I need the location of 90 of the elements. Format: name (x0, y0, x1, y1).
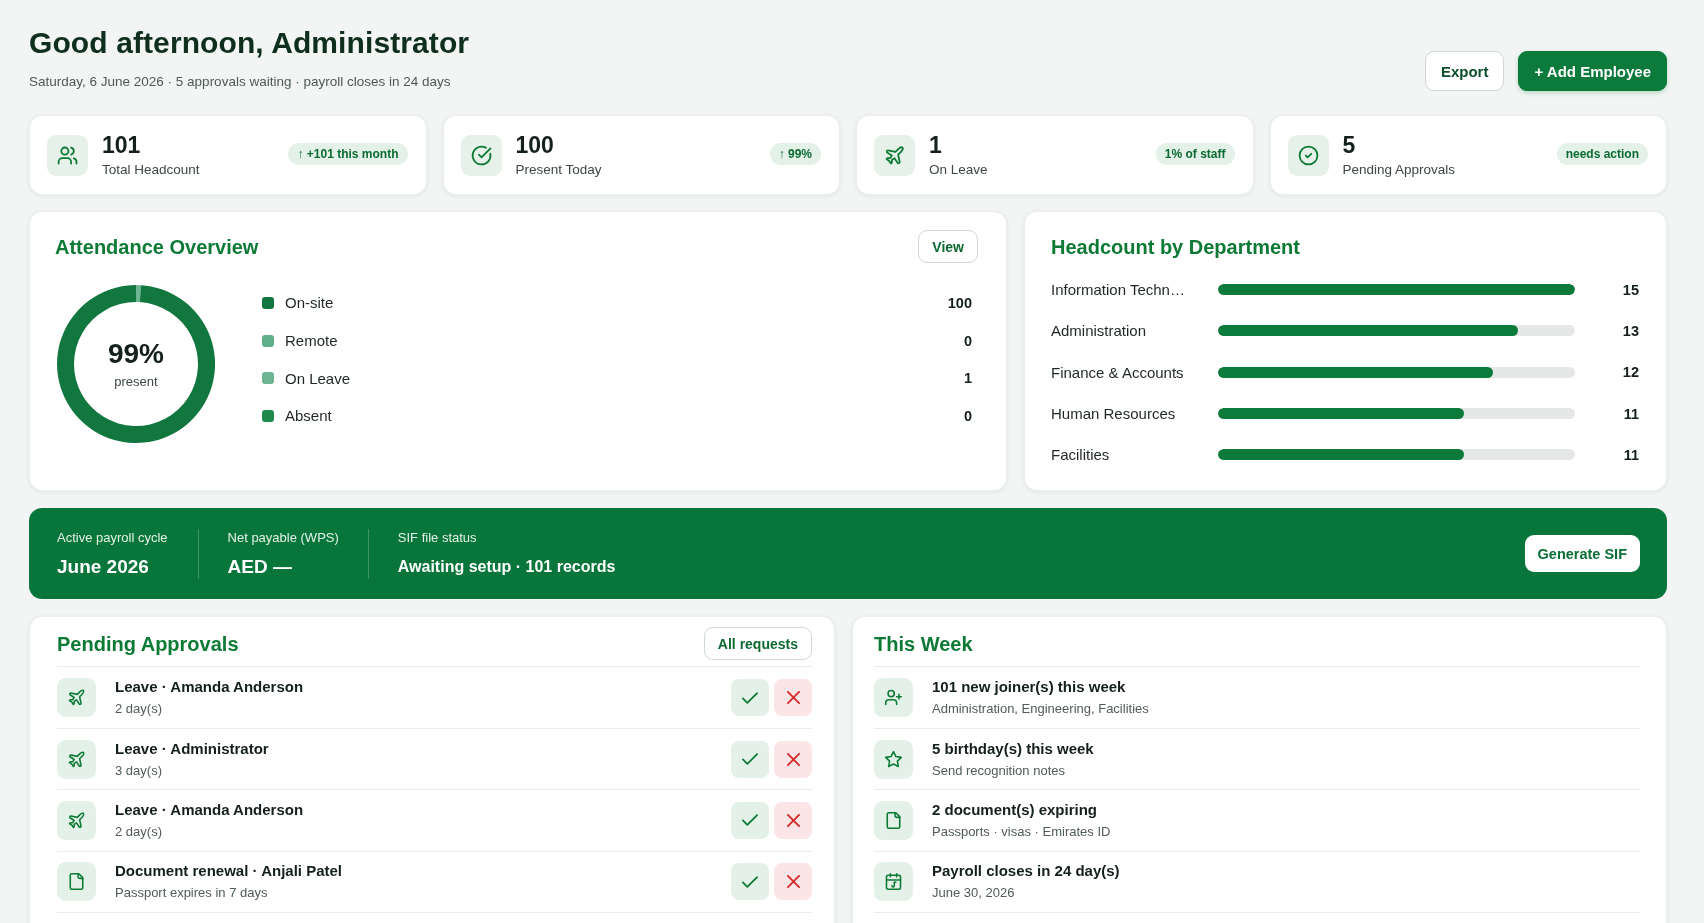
payroll-label: Net payable (WPS) (227, 529, 339, 547)
stat-label: Pending Approvals (1342, 160, 1456, 179)
stat-badge: ↑ +101 this month (288, 142, 408, 165)
x-icon (786, 813, 800, 827)
plane-icon (57, 800, 96, 840)
approve-button[interactable] (731, 863, 769, 901)
week-item-detail: Administration, Engineering, Facilities (932, 700, 1149, 719)
section-title: Pending Approvals (57, 632, 239, 657)
week-item-detail: Passports · visas · Emirates ID (932, 822, 1111, 841)
check-icon (742, 814, 758, 827)
reject-button[interactable] (774, 801, 812, 839)
week-item-title: 101 new joiner(s) this week (932, 677, 1126, 698)
reject-button[interactable] (774, 863, 812, 901)
approve-button[interactable] (731, 801, 769, 839)
payroll-value: Awaiting setup · 101 records (397, 557, 616, 577)
legend-value: 100 (947, 294, 972, 311)
department-label: Human Resources (1051, 405, 1176, 423)
plane-icon (57, 678, 96, 718)
legend-label: Remote (285, 332, 338, 350)
legend-label: On Leave (285, 369, 351, 387)
department-count: 15 (1622, 281, 1639, 298)
x-icon (786, 875, 800, 889)
legend-value: 0 (963, 407, 972, 424)
stat-value: 101 (102, 131, 141, 159)
stat-label: On Leave (929, 160, 988, 179)
payroll-value: AED — (227, 555, 292, 579)
approval-detail: Passport expires in 7 days (115, 884, 268, 903)
section-title: This Week (874, 632, 973, 657)
legend-label: Absent (285, 407, 332, 425)
stat-label: Total Headcount (102, 160, 200, 179)
file-icon (57, 862, 96, 902)
legend-value: 0 (963, 332, 972, 349)
stat-label: Present Today (515, 160, 602, 179)
week-item-detail: June 30, 2026 (932, 884, 1015, 903)
payroll-label: Active payroll cycle (57, 529, 168, 547)
payroll-label: SIF file status (397, 529, 477, 547)
plane-icon (57, 739, 96, 779)
department-label: Information Techn… (1051, 281, 1185, 299)
department-count: 11 (1623, 405, 1639, 422)
approve-button[interactable] (731, 740, 769, 778)
stat-value: 5 (1342, 131, 1356, 159)
legend-value: 1 (963, 370, 972, 387)
stat-badge: needs action (1556, 142, 1648, 165)
department-count: 11 (1623, 446, 1639, 463)
approval-title: Document renewal · Anjali Patel (115, 861, 342, 882)
department-count: 12 (1622, 364, 1639, 381)
check-icon (742, 875, 758, 888)
user-plus-icon (874, 678, 913, 718)
week-item-title: Payroll closes in 24 day(s) (932, 861, 1120, 882)
approval-title: Leave · Amanda Anderson (115, 677, 304, 698)
approval-title: Leave · Administrator (115, 738, 269, 759)
department-label: Administration (1051, 322, 1147, 340)
approval-detail: 2 day(s) (115, 700, 162, 719)
approve-button[interactable] (731, 679, 769, 717)
week-item-detail: Send recognition notes (932, 761, 1065, 780)
all-requests-button[interactable]: All requests (703, 627, 812, 661)
stat-value: 1 (929, 131, 942, 159)
export-button[interactable]: Export (1424, 51, 1505, 91)
page-subtitle: Saturday, 6 June 2026 · 5 approvals waiting · payroll closes in 24 days (29, 73, 451, 91)
department-count: 13 (1622, 322, 1639, 339)
check-icon (742, 753, 758, 766)
department-label: Facilities (1051, 446, 1110, 464)
reject-button[interactable] (774, 740, 812, 778)
approval-title: Leave · Amanda Anderson (115, 799, 304, 820)
x-icon (786, 691, 800, 705)
file-icon (874, 800, 913, 840)
legend-label: On-site (285, 294, 334, 312)
week-item-title: 5 birthday(s) this week (932, 738, 1094, 759)
users-icon (47, 134, 88, 176)
department-label: Finance & Accounts (1051, 363, 1184, 381)
reject-button[interactable] (774, 679, 812, 717)
approval-detail: 3 day(s) (115, 761, 162, 780)
section-title: Headcount by Department (1051, 234, 1300, 260)
generate-sif-button[interactable]: Generate SIF (1524, 535, 1640, 573)
x-icon (786, 752, 800, 766)
view-button[interactable]: View (918, 230, 978, 263)
calendar-icon (874, 862, 913, 902)
stat-badge: 1% of staff (1155, 142, 1235, 165)
stat-value: 100 (515, 131, 554, 159)
payroll-value: June 2026 (57, 555, 149, 579)
stat-badge: ↑ 99% (769, 142, 821, 165)
check-icon (742, 691, 758, 704)
add-employee-button[interactable]: + Add Employee (1518, 51, 1667, 91)
donut-center-label: present (114, 372, 158, 391)
page-title: Good afternoon, Administrator (29, 25, 470, 61)
week-item-title: 2 document(s) expiring (932, 799, 1098, 820)
donut-center-value: 99% (107, 337, 164, 370)
section-title: Attendance Overview (55, 234, 259, 260)
approval-detail: 2 day(s) (115, 822, 162, 841)
plane-icon (874, 134, 915, 176)
